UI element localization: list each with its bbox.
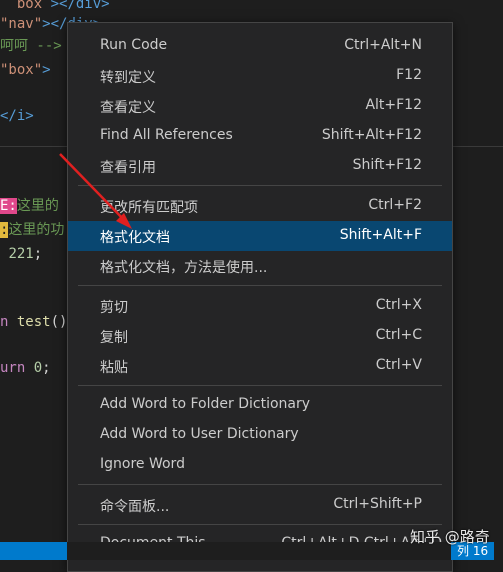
menu-item-label: 格式化文档，方法是使用... — [100, 260, 268, 276]
menu-item-label: 复制 — [100, 330, 128, 346]
code-comment: 呵呵 --> — [0, 38, 62, 54]
menu-item-label: 查看定义 — [100, 100, 156, 116]
code-token: "box" — [0, 62, 43, 78]
menu-item-change-all-occurrences[interactable]: 更改所有匹配项 Ctrl+F2 — [68, 191, 452, 221]
menu-item-shortcut: Shift+Alt+F — [339, 227, 422, 243]
code-line: "box"> — [0, 60, 51, 80]
menu-item-label: Find All References — [100, 127, 233, 143]
code-line: urn 0; — [0, 358, 51, 378]
menu-item-label: Add Word to User Dictionary — [100, 426, 299, 442]
status-bar-segment — [0, 542, 67, 560]
menu-item-ignore-word[interactable]: Ignore Word — [68, 450, 452, 480]
code-comment: 这里的 — [16, 198, 59, 214]
menu-item-label: 格式化文档 — [100, 230, 170, 246]
menu-item-shortcut: Ctrl+Shift+P — [333, 496, 422, 512]
code-line: n test() — [0, 312, 67, 332]
code-token: "nav" — [0, 16, 43, 32]
menu-item-label: 查看引用 — [100, 160, 156, 176]
code-token: ></div> — [42, 0, 110, 12]
menu-item-go-to-definition[interactable]: 转到定义 F12 — [68, 61, 452, 91]
menu-separator — [78, 185, 442, 186]
menu-item-shortcut: Shift+Alt+F12 — [321, 127, 422, 143]
menu-item-format-document-with[interactable]: 格式化文档，方法是使用... — [68, 251, 452, 281]
menu-item-shortcut: Ctrl+V — [375, 357, 422, 373]
menu-item-shortcut: Shift+F12 — [352, 157, 422, 173]
menu-item-shortcut: Alt+F12 — [365, 97, 422, 113]
menu-item-add-word-folder-dictionary[interactable]: Add Word to Folder Dictionary — [68, 390, 452, 420]
code-line: 呵呵 --> — [0, 36, 62, 56]
context-menu: Run Code Ctrl+Alt+N 转到定义 F12 查看定义 Alt+F12 F… — [67, 22, 453, 572]
code-number: 221 — [8, 246, 34, 262]
menu-item-shortcut: Ctrl+X — [375, 297, 422, 313]
code-comment: 这里的功 — [8, 222, 65, 238]
code-line: </i> — [0, 106, 34, 126]
menu-item-label: 粘贴 — [100, 360, 128, 376]
menu-item-label: 剪切 — [100, 300, 128, 316]
menu-item-format-document[interactable]: 格式化文档 Shift+Alt+F — [68, 221, 452, 251]
menu-item-shortcut: Ctrl+Alt+N — [344, 37, 422, 53]
menu-item-peek-definition[interactable]: 查看定义 Alt+F12 — [68, 91, 452, 121]
code-line: box ></div> — [0, 0, 110, 14]
code-token: () — [50, 314, 68, 330]
menu-item-label: Add Word to Folder Dictionary — [100, 396, 311, 412]
menu-separator — [78, 524, 442, 525]
menu-item-label: Run Code — [100, 37, 168, 53]
menu-item-label: Ignore Word — [100, 456, 185, 472]
watermark: 知乎 @路奇 — [410, 528, 490, 546]
menu-item-run-code[interactable]: Run Code Ctrl+Alt+N — [68, 31, 452, 61]
menu-item-add-word-user-dictionary[interactable]: Add Word to User Dictionary — [68, 420, 452, 450]
menu-item-label: 转到定义 — [100, 70, 156, 86]
code-line: E:这里的 — [0, 196, 59, 216]
menu-item-paste[interactable]: 粘贴 Ctrl+V — [68, 351, 452, 381]
code-token: ; — [42, 360, 51, 376]
code-line: 221; — [0, 244, 42, 264]
menu-item-label: 命令面板... — [100, 499, 170, 515]
menu-item-cut[interactable]: 剪切 Ctrl+X — [68, 291, 452, 321]
code-keyword: urn — [0, 360, 26, 376]
code-token: </i> — [0, 108, 34, 124]
menu-separator — [78, 484, 442, 485]
menu-item-label: 更改所有匹配项 — [100, 200, 198, 216]
menu-item-shortcut: Ctrl+C — [375, 327, 422, 343]
highlight-tag: E: — [0, 198, 17, 214]
code-token: ; — [33, 246, 43, 262]
code-function: test — [16, 314, 51, 330]
code-token: > — [42, 62, 51, 78]
menu-item-copy[interactable]: 复制 Ctrl+C — [68, 321, 452, 351]
menu-item-shortcut: F12 — [396, 67, 422, 83]
menu-item-command-palette[interactable]: 命令面板... Ctrl+Shift+P — [68, 490, 452, 520]
code-number: 0 — [33, 360, 43, 376]
menu-item-find-all-references[interactable]: Find All References Shift+Alt+F12 — [68, 121, 452, 151]
menu-separator — [78, 385, 442, 386]
code-line: :这里的功 — [0, 220, 64, 240]
code-token: box — [0, 0, 43, 12]
menu-item-peek-references[interactable]: 查看引用 Shift+F12 — [68, 151, 452, 181]
menu-item-shortcut: Ctrl+F2 — [368, 197, 422, 213]
menu-separator — [78, 285, 442, 286]
